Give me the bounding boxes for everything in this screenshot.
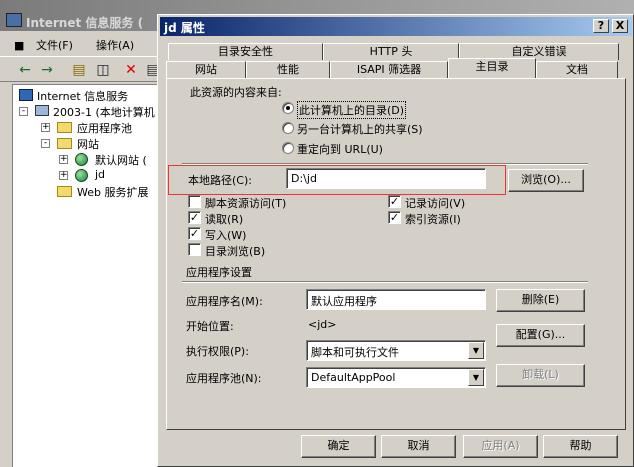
mmc-menu-bar: ■ 文件(F) 操作(A) [0, 31, 160, 56]
tab-performance[interactable]: 性能 [246, 61, 330, 78]
tab-website[interactable]: 网站 [166, 61, 246, 78]
expand-icon[interactable]: + [59, 171, 68, 180]
app-name-label: 应用程序名(M): [186, 295, 263, 308]
folder-icon [57, 122, 72, 133]
chk-index-resource[interactable]: ✓ [388, 211, 401, 224]
globe-icon [75, 169, 88, 182]
chk-log-visits[interactable]: ✓ [388, 195, 401, 208]
chk-script-source-access[interactable] [188, 195, 201, 208]
radio-redirect-url-label[interactable]: 重定向到 URL(U) [297, 141, 383, 157]
chk-write-label[interactable]: 写入(W) [205, 227, 246, 243]
up-folder-icon[interactable]: ▤ [70, 61, 88, 79]
apply-button[interactable]: 应用(A) [463, 435, 538, 458]
menu-file[interactable]: 文件(F) [36, 37, 73, 53]
divider [182, 281, 588, 283]
remove-button[interactable]: 删除(E) [496, 289, 585, 312]
show-tree-icon[interactable]: ◫ [94, 61, 112, 79]
tab-directory-security[interactable]: 目录安全性 [168, 43, 323, 60]
collapse-icon[interactable]: - [41, 139, 50, 148]
tab-documents[interactable]: 文档 [536, 61, 618, 78]
tab-http-headers[interactable]: HTTP 头 [323, 43, 459, 60]
chk-write[interactable]: ✓ [188, 227, 201, 240]
browse-button[interactable]: 浏览(O)... [508, 169, 584, 192]
folder-icon [57, 138, 72, 149]
tree-default-site[interactable]: 默认网站 ( [95, 152, 147, 168]
app-name-input[interactable]: 默认应用程序 [306, 289, 486, 310]
expand-icon[interactable]: + [41, 123, 50, 132]
chk-log-visits-label[interactable]: 记录访问(V) [405, 195, 465, 211]
radio-local-directory[interactable] [282, 102, 294, 114]
exec-permissions-select[interactable]: 脚本和可执行文件 ▼ [306, 340, 486, 361]
exec-permissions-value: 脚本和可执行文件 [311, 346, 399, 359]
ok-button[interactable]: 确定 [301, 435, 376, 458]
folder-icon [57, 186, 72, 197]
mmc-toolbar: ← → ▤ ◫ ✕ ▤ [0, 56, 160, 82]
chk-directory-browsing[interactable] [188, 243, 201, 256]
app-pool-select[interactable]: DefaultAppPool ▼ [306, 367, 486, 388]
tree-server[interactable]: 2003-1 (本地计算机 [53, 104, 155, 120]
iis-root-icon [19, 89, 33, 101]
delete-icon[interactable]: ✕ [122, 61, 140, 79]
help-icon[interactable]: ? [593, 19, 609, 33]
menu-action[interactable]: 操作(A) [96, 37, 134, 53]
tree-app-pools[interactable]: 应用程序池 [77, 120, 132, 136]
close-icon[interactable]: X [612, 19, 628, 33]
help-button[interactable]: 帮助 [543, 435, 618, 458]
chk-directory-browsing-label[interactable]: 目录浏览(B) [205, 243, 265, 259]
radio-network-share[interactable] [282, 122, 294, 134]
mmc-window-title: Internet 信息服务 ( [26, 16, 144, 30]
exec-permissions-label: 执行权限(P): [186, 345, 249, 358]
dropdown-arrow-icon[interactable]: ▼ [468, 369, 484, 386]
local-path-label: 本地路径(C): [188, 174, 252, 187]
back-arrow-icon[interactable]: ← [16, 61, 34, 79]
radio-network-share-label[interactable]: 另一台计算机上的共享(S) [297, 121, 423, 137]
dropdown-arrow-icon[interactable]: ▼ [468, 342, 484, 359]
chk-read-label[interactable]: 读取(R) [205, 211, 243, 227]
tree-websites[interactable]: 网站 [77, 136, 99, 152]
tab-home-directory[interactable]: 主目录 [448, 58, 536, 78]
cancel-button[interactable]: 取消 [381, 435, 456, 458]
console-tree: Internet 信息服务 - 2003-1 (本地计算机 + 应用程序池 - … [12, 84, 160, 467]
local-path-input[interactable]: D:\jd [286, 168, 486, 189]
globe-icon [75, 153, 88, 166]
app-pool-value: DefaultAppPool [311, 371, 396, 384]
tree-web-ext[interactable]: Web 服务扩展 [77, 184, 148, 200]
collapse-icon[interactable]: - [19, 107, 28, 116]
expand-icon[interactable]: + [59, 155, 68, 164]
dialog-title: jd 属性 [164, 21, 205, 35]
forward-arrow-icon[interactable]: → [38, 61, 56, 79]
unload-button[interactable]: 卸载(L) [496, 364, 585, 387]
file-menu-icon: ■ [14, 39, 25, 52]
chk-read[interactable]: ✓ [188, 211, 201, 224]
radio-redirect-url[interactable] [282, 142, 294, 154]
computer-icon [35, 105, 49, 116]
iis-app-icon [6, 13, 22, 27]
start-point-value: <jd> [308, 318, 337, 331]
chk-index-resource-label[interactable]: 索引资源(I) [405, 211, 461, 227]
chk-script-source-access-label[interactable]: 脚本资源访问(T) [205, 195, 286, 211]
start-point-label: 开始位置: [186, 320, 234, 333]
dialog-title-bar: jd 属性 ? X [160, 17, 632, 36]
tab-isapi-filters[interactable]: ISAPI 筛选器 [330, 61, 448, 78]
app-settings-label: 应用程序设置 [186, 266, 252, 279]
content-source-label: 此资源的内容来自: [190, 86, 282, 99]
tree-iis-root[interactable]: Internet 信息服务 [37, 88, 128, 104]
radio-local-directory-label[interactable]: 此计算机上的目录(D) [297, 101, 407, 119]
configure-button[interactable]: 配置(G)... [496, 324, 585, 347]
app-pool-label: 应用程序池(N): [186, 372, 262, 385]
tree-jd-site[interactable]: jd [95, 168, 105, 181]
